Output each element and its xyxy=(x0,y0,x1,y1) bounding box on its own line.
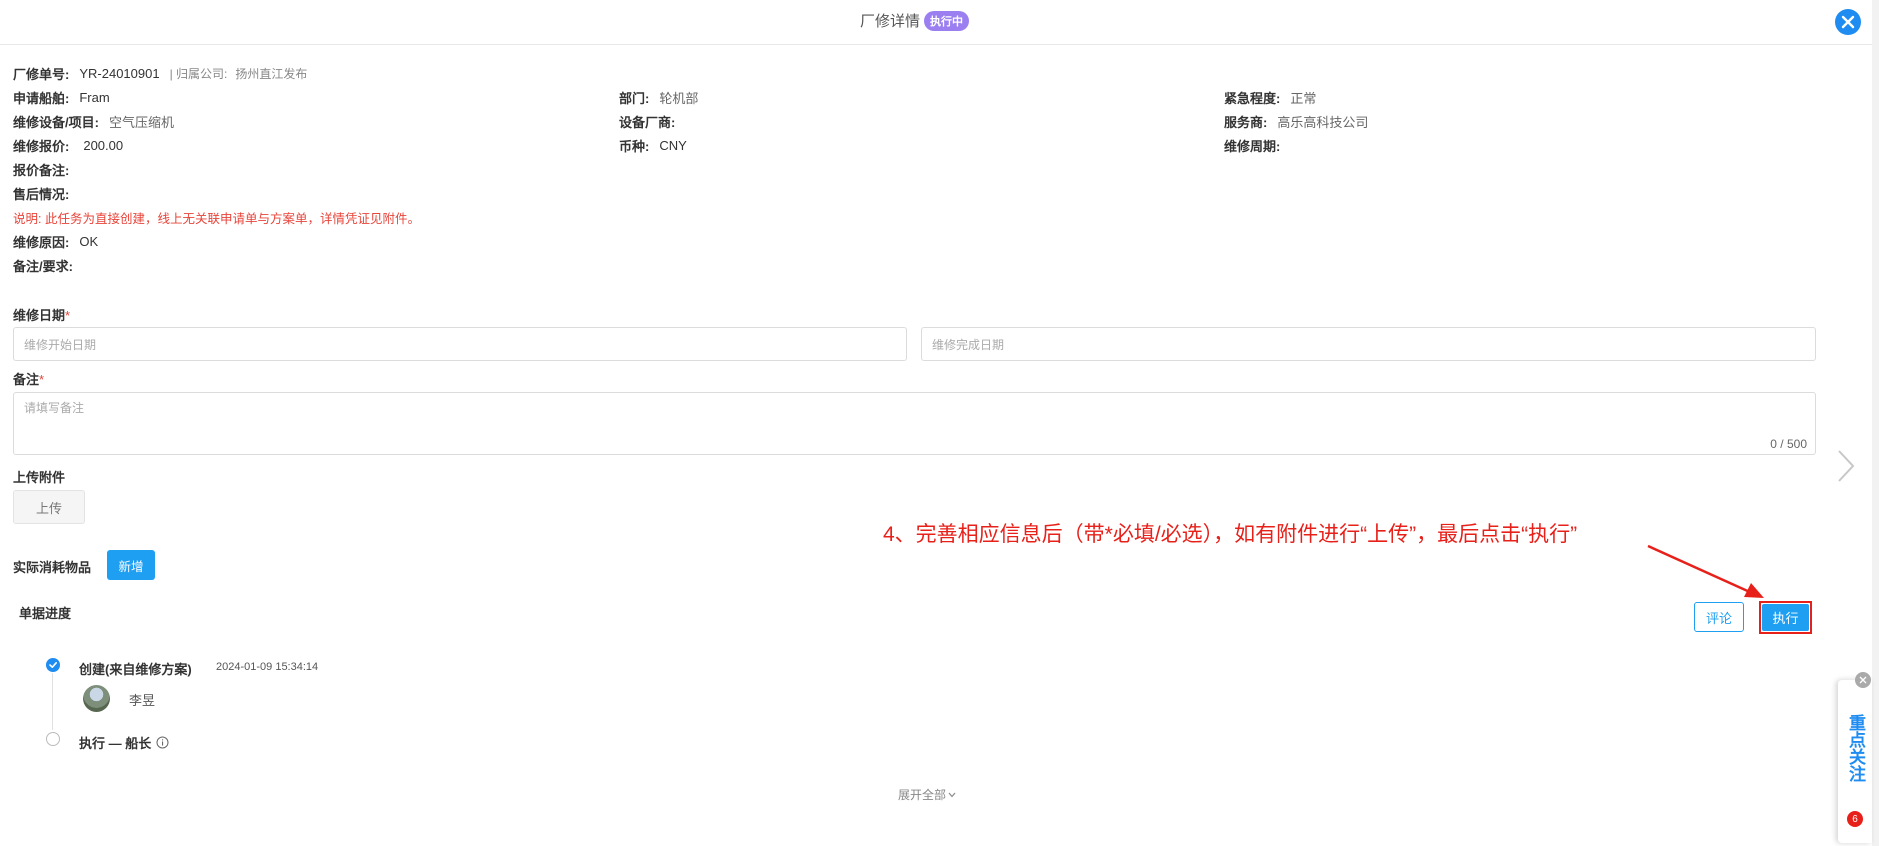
after-sales-label: 售后情况: xyxy=(13,187,70,202)
step-execute-title: 执行 — 船长 xyxy=(79,736,152,751)
close-icon xyxy=(1859,676,1867,684)
remark-row: 备注/要求: xyxy=(13,256,73,275)
step-create-user: 李昱 xyxy=(129,693,156,708)
start-date-placeholder: 维修开始日期 xyxy=(24,337,97,352)
dept-value: 轮机部 xyxy=(659,91,699,106)
add-button[interactable]: 新增 xyxy=(107,550,155,580)
focus-panel-close-button[interactable] xyxy=(1855,672,1871,688)
reason-label: 维修原因: xyxy=(13,235,70,250)
quote-note-label: 报价备注: xyxy=(13,163,70,178)
progress-title: 单据进度 xyxy=(19,606,72,621)
next-arrow-icon[interactable] xyxy=(1836,449,1856,483)
order-number-label: 厂修单号: xyxy=(13,67,70,82)
dept-field: 部门: 轮机部 xyxy=(619,88,698,107)
equipment-row: 维修设备/项目: 空气压缩机 xyxy=(13,112,174,131)
company-label: | 归属公司: xyxy=(169,67,228,81)
currency-label: 币种: xyxy=(619,139,650,154)
repair-date-label: 维修日期* xyxy=(13,305,70,324)
quote-note-row: 报价备注: xyxy=(13,160,69,179)
step-execute: 执行 — 船长 xyxy=(79,733,169,752)
focus-panel[interactable]: 重点关注 6 xyxy=(1838,680,1872,843)
step-pending-icon xyxy=(46,732,60,746)
ship-label: 申请船舶: xyxy=(13,91,70,106)
attachment-label: 上传附件 xyxy=(13,470,66,485)
remark-placeholder: 请填写备注 xyxy=(24,401,85,415)
focus-count-badge: 6 xyxy=(1847,811,1863,827)
manufacturer-label: 设备厂商: xyxy=(619,115,676,130)
quote-row: 维修报价: 200.00 xyxy=(13,136,123,155)
repair-date-label-text: 维修日期 xyxy=(13,308,66,323)
dept-label: 部门: xyxy=(619,91,650,106)
cycle-label: 维修周期: xyxy=(1224,139,1281,154)
urgency-label: 紧急程度: xyxy=(1224,91,1281,106)
remark-textarea[interactable]: 请填写备注 0 / 500 xyxy=(13,392,1816,455)
end-date-input[interactable]: 维修完成日期 xyxy=(921,327,1816,361)
check-icon xyxy=(49,662,57,668)
chevron-down-icon xyxy=(948,792,956,797)
header-bar: 厂修详情 执行中 xyxy=(0,0,1879,45)
service-value: 高乐高科技公司 xyxy=(1277,115,1369,130)
equipment-value: 空气压缩机 xyxy=(108,115,174,130)
close-icon xyxy=(1841,15,1855,29)
quote-label: 维修报价: xyxy=(13,139,70,154)
upload-button[interactable]: 上传 xyxy=(13,490,85,524)
ship-row: 申请船舶: Fram xyxy=(13,88,110,107)
reason-row: 维修原因: OK xyxy=(13,232,98,251)
comment-button[interactable]: 评论 xyxy=(1694,602,1744,632)
equipment-label: 维修设备/项目: xyxy=(13,115,99,130)
instruction-annotation: 4、完善相应信息后（带*必填/必选），如有附件进行“上传”，最后点击“执行” xyxy=(883,523,1578,546)
repair-detail-page: 厂修详情 执行中 厂修单号: YR-24010901 | 归属公司: 扬州直江发… xyxy=(0,0,1879,846)
step-create-title: 创建(来自维修方案) xyxy=(79,662,192,677)
focus-panel-text: 重点关注 xyxy=(1846,714,1865,782)
step-create-time: 2024-01-09 15:34:14 xyxy=(216,661,319,673)
service-field: 服务商: 高乐高科技公司 xyxy=(1224,112,1368,131)
remark-requirement-label: 备注/要求: xyxy=(13,259,73,274)
start-date-input[interactable]: 维修开始日期 xyxy=(13,327,907,361)
currency-value: CNY xyxy=(659,138,687,153)
scrollbar-track[interactable] xyxy=(1872,0,1879,846)
remark-label-text: 备注 xyxy=(13,372,40,387)
after-sales-row: 售后情况: xyxy=(13,184,69,203)
status-badge: 执行中 xyxy=(924,10,970,31)
manufacturer-field: 设备厂商: xyxy=(619,112,685,131)
currency-field: 币种: CNY xyxy=(619,136,687,155)
consumables-label: 实际消耗物品 xyxy=(13,560,92,575)
info-icon[interactable] xyxy=(156,736,169,749)
close-button[interactable] xyxy=(1835,9,1861,35)
ship-value: Fram xyxy=(79,90,110,105)
cycle-field: 维修周期: xyxy=(1224,136,1290,155)
avatar xyxy=(83,685,110,712)
required-mark: * xyxy=(39,372,45,387)
order-number-row: 厂修单号: YR-24010901 | 归属公司: 扬州直江发布 xyxy=(13,64,307,83)
end-date-placeholder: 维修完成日期 xyxy=(932,337,1005,352)
page-title-text: 厂修详情 xyxy=(860,13,921,30)
step-done-icon xyxy=(46,658,60,672)
company-value: 扬州直江发布 xyxy=(235,67,308,81)
quote-value: 200.00 xyxy=(83,138,124,153)
reason-value: OK xyxy=(79,234,99,249)
page-title: 厂修详情 执行中 xyxy=(860,10,970,31)
expand-all-text: 展开全部 xyxy=(898,788,947,802)
required-mark: * xyxy=(65,308,71,323)
char-counter: 0 / 500 xyxy=(1770,437,1807,451)
urgency-field: 紧急程度: 正常 xyxy=(1224,88,1316,107)
order-number-value: YR-24010901 xyxy=(79,66,160,81)
remark-label: 备注* xyxy=(13,369,44,388)
service-label: 服务商: xyxy=(1224,115,1268,130)
expand-all-link[interactable]: 展开全部 xyxy=(898,786,956,803)
urgency-value: 正常 xyxy=(1290,91,1317,106)
execute-button[interactable]: 执行 xyxy=(1762,604,1809,631)
step-connector xyxy=(52,673,53,730)
task-note: 说明: 此任务为直接创建，线上无关联申请单与方案单，详情凭证见附件。 xyxy=(13,212,420,226)
